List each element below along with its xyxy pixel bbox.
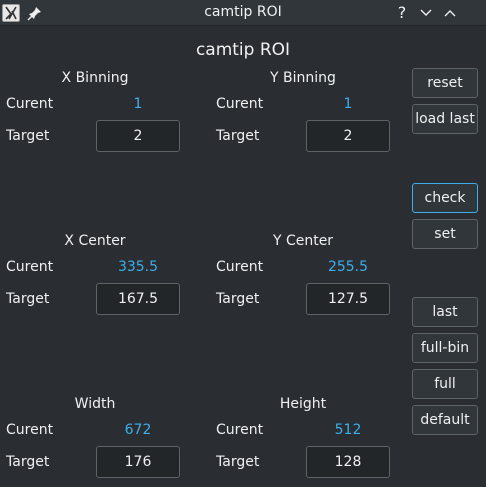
window-titlebar[interactable]: camtip ROI ? (0, 0, 486, 26)
x-center-current-value: 335.5 (117, 259, 159, 275)
x-center-title: X Center (64, 233, 126, 249)
height-title: Height (279, 396, 327, 412)
y-binning-title: Y Binning (270, 70, 336, 86)
minimize-icon[interactable] (416, 3, 436, 23)
y-center-target-label: Target (216, 291, 260, 307)
x-binning-title: X Binning (61, 70, 129, 86)
width-title: Width (74, 396, 116, 412)
help-icon[interactable]: ? (392, 3, 412, 23)
x-center-target-input[interactable] (96, 283, 180, 315)
check-button[interactable]: check (412, 183, 478, 213)
y-center-title: Y Center (272, 233, 334, 249)
x-binning-current-label: Curent (6, 96, 54, 112)
width-target-input[interactable] (96, 446, 180, 478)
full-bin-button[interactable]: full-bin (412, 333, 478, 363)
y-binning-target-input[interactable] (306, 120, 390, 152)
x-center-current-label: Curent (6, 259, 54, 275)
x-binning-target-input[interactable] (96, 120, 180, 152)
load-last-button[interactable]: load last (412, 104, 478, 134)
height-target-input[interactable] (306, 446, 390, 478)
reset-button[interactable]: reset (412, 68, 478, 98)
full-button[interactable]: full (412, 369, 478, 399)
x-binning-current-value: 1 (133, 96, 143, 112)
y-center-target-input[interactable] (306, 283, 390, 315)
height-current-value: 512 (334, 422, 362, 438)
width-current-value: 672 (124, 422, 152, 438)
width-target-label: Target (6, 454, 50, 470)
window-title: camtip ROI (204, 4, 282, 20)
height-target-label: Target (216, 454, 260, 470)
x-binning-target-label: Target (6, 128, 50, 144)
width-current-label: Curent (6, 422, 54, 438)
y-center-current-value: 255.5 (327, 259, 369, 275)
y-binning-current-value: 1 (343, 96, 353, 112)
dialog-heading: camtip ROI (195, 40, 291, 60)
y-binning-target-label: Target (216, 128, 260, 144)
set-button[interactable]: set (412, 219, 478, 249)
default-button[interactable]: default (412, 405, 478, 435)
y-binning-current-label: Curent (216, 96, 264, 112)
height-current-label: Curent (216, 422, 264, 438)
y-center-current-label: Curent (216, 259, 264, 275)
x-center-target-label: Target (6, 291, 50, 307)
maximize-icon[interactable] (440, 3, 460, 23)
last-button[interactable]: last (412, 297, 478, 327)
